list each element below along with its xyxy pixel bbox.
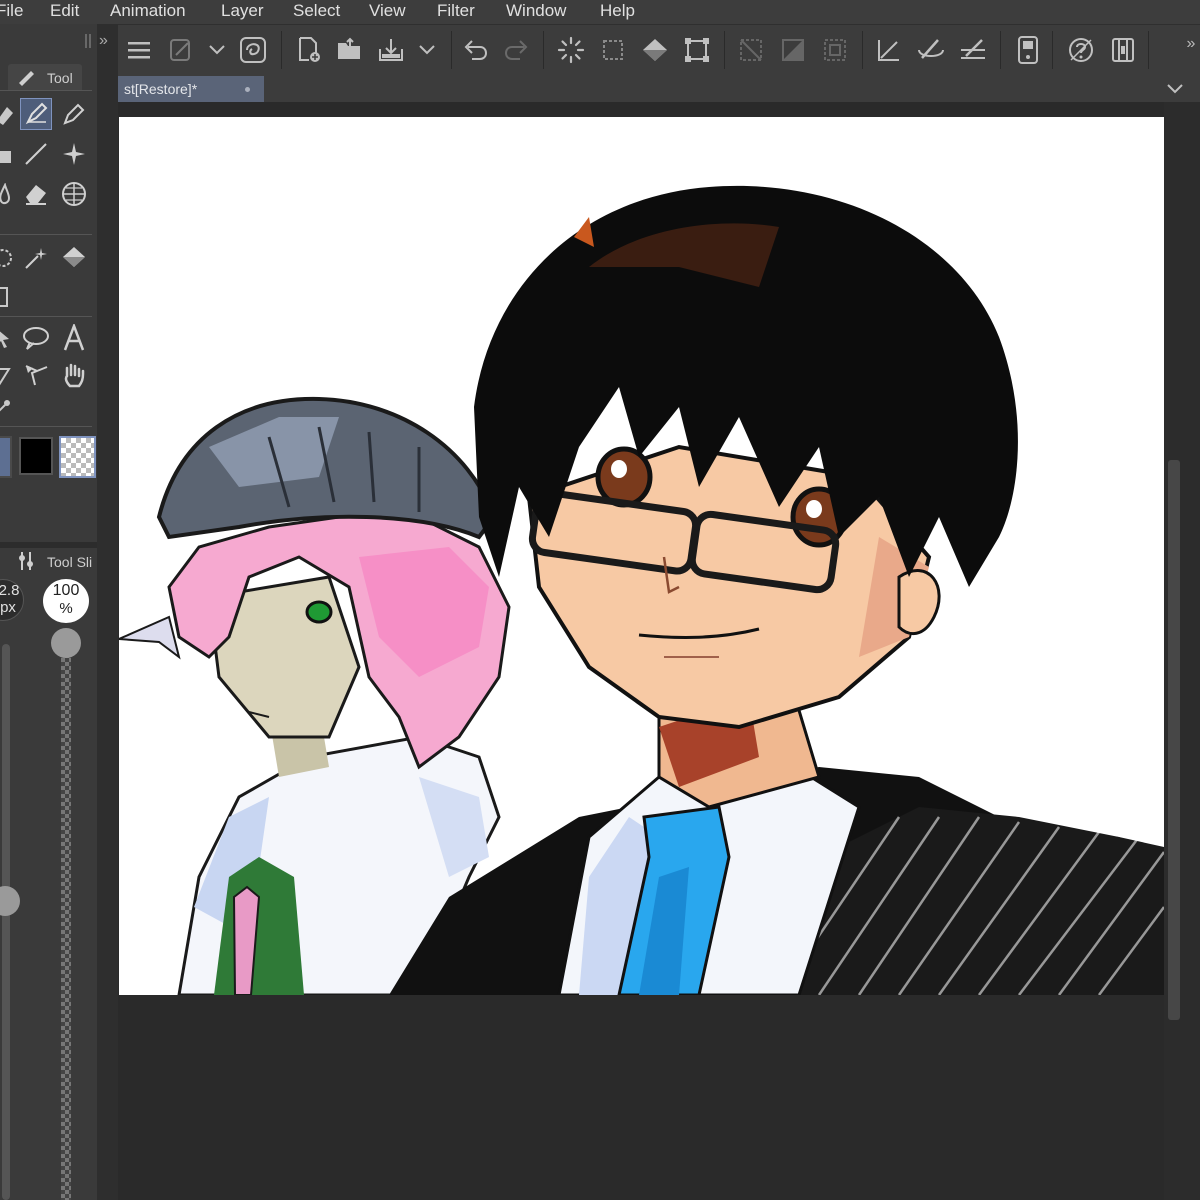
panel-grip-icon[interactable]: [84, 34, 94, 48]
text-tool-icon[interactable]: [58, 322, 90, 354]
help-icon[interactable]: [1066, 35, 1096, 65]
document-tab-bar: st[Restore]*: [118, 74, 1200, 102]
invert-selection-icon[interactable]: [778, 35, 808, 65]
clip-studio-icon[interactable]: [238, 35, 268, 65]
tool-tab[interactable]: Tool: [8, 64, 82, 90]
grid-tool-icon[interactable]: [58, 178, 90, 210]
clip-studio-window: File Edit Animation Layer Select View Fi…: [0, 0, 1200, 1200]
open-folder-icon[interactable]: [336, 35, 366, 65]
bucket-fill-icon[interactable]: [58, 242, 90, 274]
brush-size-readout[interactable]: 2.8 px: [0, 579, 24, 621]
command-bar: »: [118, 24, 1200, 74]
eyedropper-partial-icon[interactable]: [0, 392, 16, 424]
brush-size-unit: px: [0, 599, 16, 616]
undo-icon[interactable]: [460, 35, 490, 65]
clear-outside-icon[interactable]: [736, 35, 766, 65]
menu-select[interactable]: Select: [293, 0, 340, 22]
new-file-icon[interactable]: [294, 35, 324, 65]
opacity-value: 100: [52, 582, 80, 599]
scrollbar-thumb[interactable]: [1168, 460, 1180, 1020]
sparkle-tool-icon[interactable]: [58, 138, 90, 170]
save-icon[interactable]: [376, 35, 406, 65]
glasses-character: [389, 185, 1164, 995]
brush-size-value: 2.8: [0, 582, 20, 599]
opacity-readout[interactable]: 100 %: [43, 579, 89, 623]
snap-grid-icon[interactable]: [958, 35, 988, 65]
snap-ruler-icon[interactable]: [874, 35, 904, 65]
close-tab-icon[interactable]: [245, 87, 250, 92]
opacity-slider-track[interactable]: [61, 654, 71, 1200]
tool-slider-tab[interactable]: Tool Sli: [10, 548, 97, 574]
fill-selection-icon[interactable]: [640, 35, 670, 65]
hand-tool-icon[interactable]: [58, 360, 90, 392]
expand-panel-icon[interactable]: »: [99, 32, 108, 50]
device-settings-icon[interactable]: [1013, 35, 1043, 65]
tool-tab-label: Tool: [47, 70, 73, 86]
document-tab-title: st[Restore]*: [124, 81, 198, 97]
quick-access-icon[interactable]: [166, 35, 196, 65]
panel-collapse-bar[interactable]: »: [97, 24, 118, 1200]
magic-wand-icon[interactable]: [20, 242, 52, 274]
menu-layer[interactable]: Layer: [221, 0, 264, 22]
move-partial-icon[interactable]: [0, 322, 18, 354]
chevron-down-icon[interactable]: [202, 35, 232, 65]
opacity-unit: %: [59, 600, 73, 617]
ruler-partial-icon[interactable]: [0, 360, 18, 392]
object-select-icon[interactable]: [20, 360, 52, 392]
water-drop-icon[interactable]: [0, 178, 18, 210]
pencil-tool-icon[interactable]: [58, 98, 90, 130]
character-illustration: [119, 185, 1164, 995]
menu-filter[interactable]: Filter: [437, 0, 475, 22]
deselect-icon[interactable]: [598, 35, 628, 65]
pen-tool-icon[interactable]: [20, 98, 52, 130]
tab-list-chevron-icon[interactable]: [1166, 82, 1184, 100]
eraser-partial-icon[interactable]: [0, 98, 20, 130]
line-tool-icon[interactable]: [20, 138, 52, 170]
drawing-canvas[interactable]: [119, 117, 1164, 995]
opacity-slider-handle[interactable]: [51, 628, 81, 658]
tool-panel: Tool Tool Sli 2.8 px 100 %: [0, 24, 97, 1200]
menu-view[interactable]: View: [369, 0, 406, 22]
save-menu-chevron-icon[interactable]: [412, 35, 442, 65]
balloon-tool-icon[interactable]: [20, 322, 52, 354]
menu-bar: File Edit Animation Layer Select View Fi…: [0, 0, 1200, 24]
eraser-tool-icon[interactable]: [20, 178, 52, 210]
gradient-partial-icon[interactable]: [0, 280, 16, 312]
transform-icon[interactable]: [682, 35, 712, 65]
menu-help[interactable]: Help: [600, 0, 635, 22]
sub-color-swatch[interactable]: [19, 437, 53, 475]
companion-mode-icon[interactable]: [1108, 35, 1138, 65]
main-color-swatch[interactable]: [0, 436, 12, 478]
selection-border-icon[interactable]: [820, 35, 850, 65]
transparent-color-swatch[interactable]: [59, 436, 96, 478]
menu-file[interactable]: File: [0, 0, 23, 22]
tool-slider-tab-label: Tool Sli: [47, 554, 93, 570]
document-tab[interactable]: st[Restore]*: [118, 76, 264, 102]
loading-spinner-icon[interactable]: [556, 35, 586, 65]
brush-size-slider-handle[interactable]: [0, 886, 20, 916]
slider-settings-icon: [16, 550, 36, 577]
fill-partial-icon[interactable]: [0, 138, 18, 170]
menu-window[interactable]: Window: [506, 0, 566, 22]
expand-toolbar-icon[interactable]: »: [1176, 29, 1200, 59]
menu-edit[interactable]: Edit: [50, 0, 79, 22]
lasso-partial-icon[interactable]: [0, 242, 18, 274]
snap-special-ruler-icon[interactable]: [916, 35, 946, 65]
brush-size-slider-track[interactable]: [2, 644, 10, 1200]
pen-tab-icon: [16, 68, 36, 91]
menu-animation[interactable]: Animation: [110, 0, 186, 22]
redo-icon[interactable]: [502, 35, 532, 65]
hamburger-menu-icon[interactable]: [124, 35, 154, 65]
